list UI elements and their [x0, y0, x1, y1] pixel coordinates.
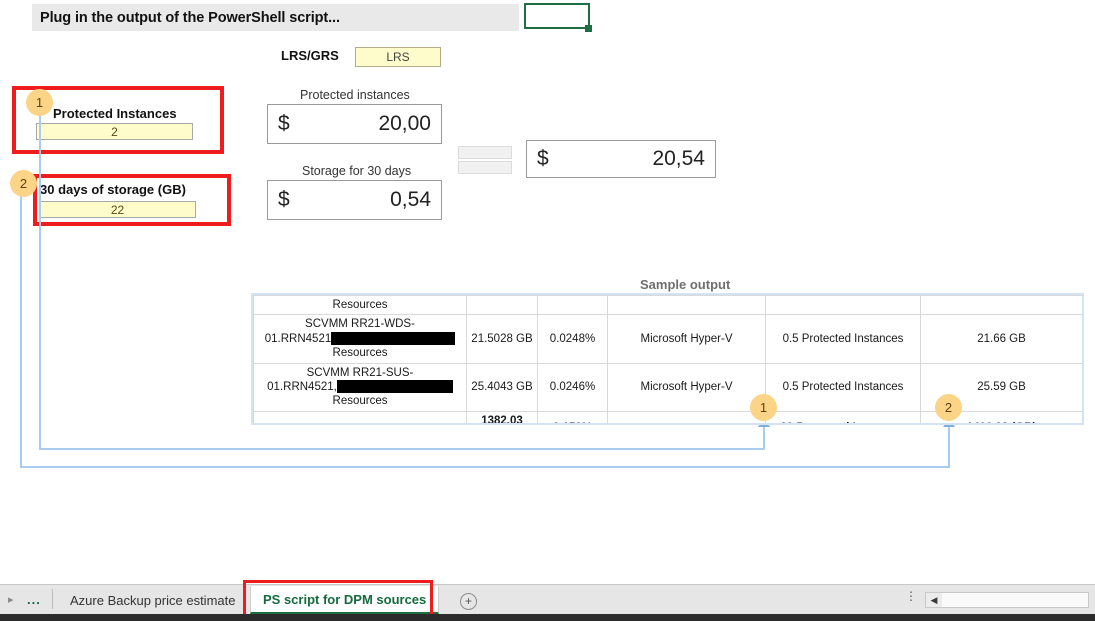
redaction-bar [336, 380, 453, 394]
row-name-top: SCVMM RR21-SUS- [306, 366, 414, 379]
row-storage-cell: 21.66 GB [920, 314, 1082, 364]
row-name-prefix: 01.RRN4521 [264, 332, 332, 345]
price-amount-total: 20,54 [652, 147, 705, 170]
currency-symbol: $ [278, 112, 290, 135]
row-name-bottom: Resources [332, 347, 388, 360]
callout-badge-1: 1 [26, 89, 53, 116]
clipped-instances-cell [765, 295, 921, 316]
total-workload-cell [607, 410, 766, 423]
row-instances-cell: 0.5 Protected Instances [765, 362, 921, 412]
protected-instances-input[interactable]: 2 [36, 123, 193, 140]
add-sheet-button[interactable]: + [460, 593, 477, 610]
row-name-bottom: Resources [332, 395, 388, 408]
redundancy-label: LRS/GRS [281, 48, 339, 63]
empty-cell-upper [458, 146, 512, 159]
row-workload-cell: Microsoft Hyper-V [607, 314, 766, 364]
storage-days-input[interactable]: 22 [39, 201, 196, 218]
table-row-clipped: Resources [253, 295, 1082, 316]
callout-badge-2: 2 [10, 170, 37, 197]
clipped-storage-cell [920, 295, 1082, 316]
scroll-left-icon[interactable]: ◀ [926, 593, 942, 607]
currency-symbol: $ [537, 147, 549, 170]
connector-1-horizontal [39, 448, 765, 450]
clipped-name-cell: Resources [253, 295, 467, 316]
total-name-cell [253, 410, 467, 423]
selected-cell[interactable] [524, 3, 590, 29]
window-bottom-strip [0, 614, 1095, 621]
sheet-tab-azure-backup-price-estimate[interactable]: Azure Backup price estimate [58, 586, 247, 614]
connector-2-horizontal [20, 466, 950, 468]
sheet-nav-next-icon[interactable]: ▸ [8, 593, 14, 606]
spreadsheet-canvas: Plug in the output of the PowerShell scr… [0, 0, 1095, 621]
table-callout-badge-1: 1 [750, 394, 777, 421]
row-size-cell: 25.4043 GB [466, 362, 538, 412]
row-size-cell: 21.5028 GB [466, 314, 538, 364]
tab-separator [52, 589, 53, 609]
row-name-prefix: 01.RRN4521, [267, 380, 337, 393]
storage-days-label: 30 days of storage (GB) [40, 182, 186, 197]
fill-handle[interactable] [585, 25, 592, 32]
row-percent-cell: 0.0246% [537, 362, 608, 412]
table-row: SCVMM RR21-WDS- 01.RRN4521 Resources 21.… [253, 314, 1082, 364]
total-percent-cell: 0.159% [537, 410, 608, 423]
price-caption-storage: Storage for 30 days [302, 164, 412, 178]
connector-2-riser [948, 424, 950, 468]
total-size-cell: 1382.03 (GB) [466, 410, 538, 423]
table-callout-badge-2: 2 [935, 394, 962, 421]
row-name-cell: SCVMM RR21-WDS- 01.RRN4521 Resources [253, 314, 467, 364]
price-box-instances: $ 20,00 [267, 104, 442, 144]
sheet-overflow-ellipsis-icon[interactable]: ... [27, 592, 41, 607]
sheet-tab-ps-script-for-dpm-sources[interactable]: PS script for DPM sources [250, 586, 440, 614]
price-box-total: $ 20,54 [526, 140, 716, 178]
price-amount-instances: 20,00 [378, 112, 431, 135]
price-amount-storage: 0,54 [390, 188, 431, 211]
instruction-banner: Plug in the output of the PowerShell scr… [32, 4, 519, 31]
empty-cell-lower [458, 161, 512, 174]
row-percent-cell: 0.0248% [537, 314, 608, 364]
clipped-size-cell [466, 295, 538, 316]
redundancy-input[interactable]: LRS [355, 47, 441, 67]
price-caption-instances: Protected instances [300, 88, 410, 102]
row-workload-cell: Microsoft Hyper-V [607, 362, 766, 412]
instruction-banner-text: Plug in the output of the PowerShell scr… [40, 9, 340, 26]
sample-output-title: Sample output [640, 277, 731, 292]
row-instances-cell: 0.5 Protected Instances [765, 314, 921, 364]
horizontal-scrollbar[interactable] [925, 592, 1089, 608]
currency-symbol: $ [278, 188, 290, 211]
protected-instances-label: Protected Instances [53, 106, 177, 121]
row-name-top: SCVMM RR21-WDS- [305, 318, 415, 331]
price-box-storage: $ 0,54 [267, 180, 442, 220]
row-name-cell: SCVMM RR21-SUS- 01.RRN4521, Resources [253, 362, 467, 412]
connector-2-vertical [20, 188, 22, 468]
connector-1-vertical [39, 116, 41, 450]
total-instances-cell: 29 Protected Instances [765, 410, 921, 423]
more-options-icon[interactable]: ⋮ [905, 590, 917, 602]
clipped-percent-cell [537, 295, 608, 316]
clipped-workload-cell [607, 295, 766, 316]
redaction-bar [331, 332, 456, 346]
